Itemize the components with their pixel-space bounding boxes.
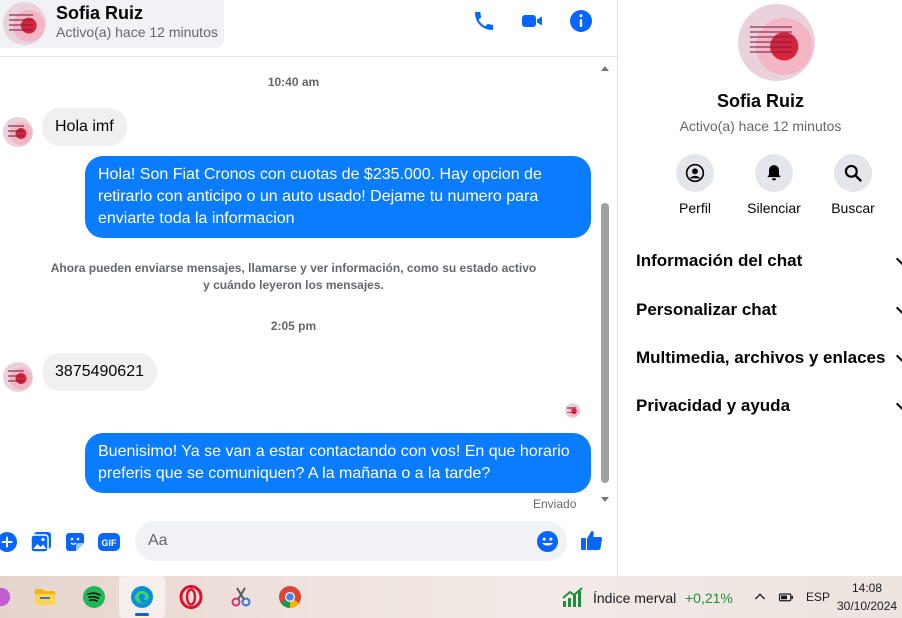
- gif-label: GIF: [102, 538, 118, 548]
- section-customize-chat[interactable]: Personalizar chat: [636, 300, 902, 320]
- panel-contact-name: Sofia Ruiz: [716, 91, 804, 111]
- contact-message-avatar[interactable]: [3, 117, 33, 147]
- panel-contact-status: Activo(a) hace 12 minutos: [679, 118, 842, 134]
- clock-date[interactable]: 30/10/2024: [837, 599, 897, 613]
- contact-status: Activo(a) hace 12 minutos: [56, 24, 218, 40]
- mute-button[interactable]: Silenciar: [739, 154, 809, 216]
- search-icon: [834, 154, 872, 192]
- scrollbar[interactable]: [598, 63, 612, 505]
- plus-icon[interactable]: [0, 530, 19, 554]
- timestamp: 10:40 am: [267, 75, 320, 89]
- section-privacy-help-label: Privacidad y ayuda: [636, 396, 791, 415]
- timestamp: 2:05 pm: [270, 319, 317, 333]
- profile-icon: [676, 154, 714, 192]
- messenger-window: Sofia Ruiz Activo(a) hace 12 minutos 10:…: [0, 0, 902, 576]
- clock-time[interactable]: 14:08: [852, 581, 882, 595]
- thumbs-up-icon[interactable]: [580, 528, 604, 552]
- profile-button[interactable]: Perfil: [660, 154, 730, 216]
- outgoing-message[interactable]: Hola! Son Fiat Cronos con cuotas de $235…: [85, 156, 591, 238]
- chevron-down-icon: [895, 396, 902, 412]
- message-list[interactable]: 10:40 am Hola imf Hola! Son Fiat Cronos …: [0, 57, 617, 513]
- mute-label: Silenciar: [747, 200, 801, 216]
- profile-label: Perfil: [679, 200, 711, 216]
- section-customize-chat-label: Personalizar chat: [636, 300, 777, 319]
- chevron-up-icon[interactable]: [746, 582, 774, 612]
- bell-icon: [755, 154, 793, 192]
- contact-avatar[interactable]: [3, 2, 46, 45]
- info-icon[interactable]: [569, 9, 593, 33]
- phone-icon[interactable]: [472, 9, 496, 33]
- contact-name: Sofia Ruiz: [56, 3, 144, 23]
- incoming-message[interactable]: 3875490621: [42, 353, 157, 391]
- message-composer: GIF: [0, 513, 617, 576]
- stock-chart-icon[interactable]: [558, 582, 588, 612]
- chevron-down-icon: [895, 348, 902, 364]
- section-chat-info-label: Información del chat: [636, 251, 803, 270]
- search-button[interactable]: Buscar: [818, 154, 888, 216]
- scrollbar-thumb[interactable]: [601, 203, 609, 483]
- battery-network-icon[interactable]: [773, 582, 801, 612]
- scroll-up-arrow-icon[interactable]: [601, 66, 609, 71]
- system-notice: Ahora pueden enviarse mensajes, llamarse…: [50, 261, 537, 292]
- snipping-tool-icon[interactable]: [226, 582, 256, 612]
- chat-header: Sofia Ruiz Activo(a) hace 12 minutos: [0, 0, 617, 57]
- emoji-icon[interactable]: [536, 530, 559, 553]
- incoming-message[interactable]: Hola imf: [42, 108, 127, 146]
- contact-profile-picture[interactable]: [738, 4, 815, 81]
- sticker-icon[interactable]: [63, 530, 87, 554]
- windows-taskbar: Índice merval +0,21% ESP 14:08 30/10/202…: [0, 576, 902, 618]
- contact-message-avatar[interactable]: [3, 362, 33, 392]
- seen-indicator-avatar: [565, 403, 580, 418]
- section-media-files-links[interactable]: Multimedia, archivos y enlaces: [636, 348, 902, 368]
- stock-name[interactable]: Índice merval: [593, 590, 676, 606]
- stock-change[interactable]: +0,21%: [685, 590, 733, 606]
- edge-browser-icon[interactable]: [127, 582, 157, 612]
- input-language[interactable]: ESP: [806, 590, 830, 604]
- photo-gallery-icon[interactable]: [29, 530, 53, 554]
- file-explorer-icon[interactable]: [30, 582, 60, 612]
- contact-header-button[interactable]: Sofia Ruiz Activo(a) hace 12 minutos: [0, 0, 224, 48]
- chrome-icon[interactable]: [275, 582, 305, 612]
- section-privacy-help[interactable]: Privacidad y ayuda: [636, 396, 902, 416]
- outgoing-message[interactable]: Buenisimo! Ya se van a estar contactando…: [85, 433, 591, 493]
- search-label: Buscar: [831, 200, 875, 216]
- opera-icon[interactable]: [176, 582, 206, 612]
- gif-icon[interactable]: GIF: [97, 530, 121, 554]
- video-camera-icon[interactable]: [520, 9, 544, 33]
- message-input[interactable]: [135, 521, 567, 561]
- spotify-icon[interactable]: [79, 582, 109, 612]
- section-media-files-links-label: Multimedia, archivos y enlaces: [636, 348, 886, 367]
- chevron-down-icon: [895, 300, 902, 316]
- app-icon-partial[interactable]: [0, 582, 16, 612]
- chevron-down-icon: [895, 251, 902, 267]
- section-chat-info[interactable]: Información del chat: [636, 251, 902, 271]
- chat-info-panel: Sofia Ruiz Activo(a) hace 12 minutos Per…: [617, 0, 902, 576]
- sent-status: Enviado: [533, 497, 577, 511]
- scroll-down-arrow-icon[interactable]: [601, 497, 609, 502]
